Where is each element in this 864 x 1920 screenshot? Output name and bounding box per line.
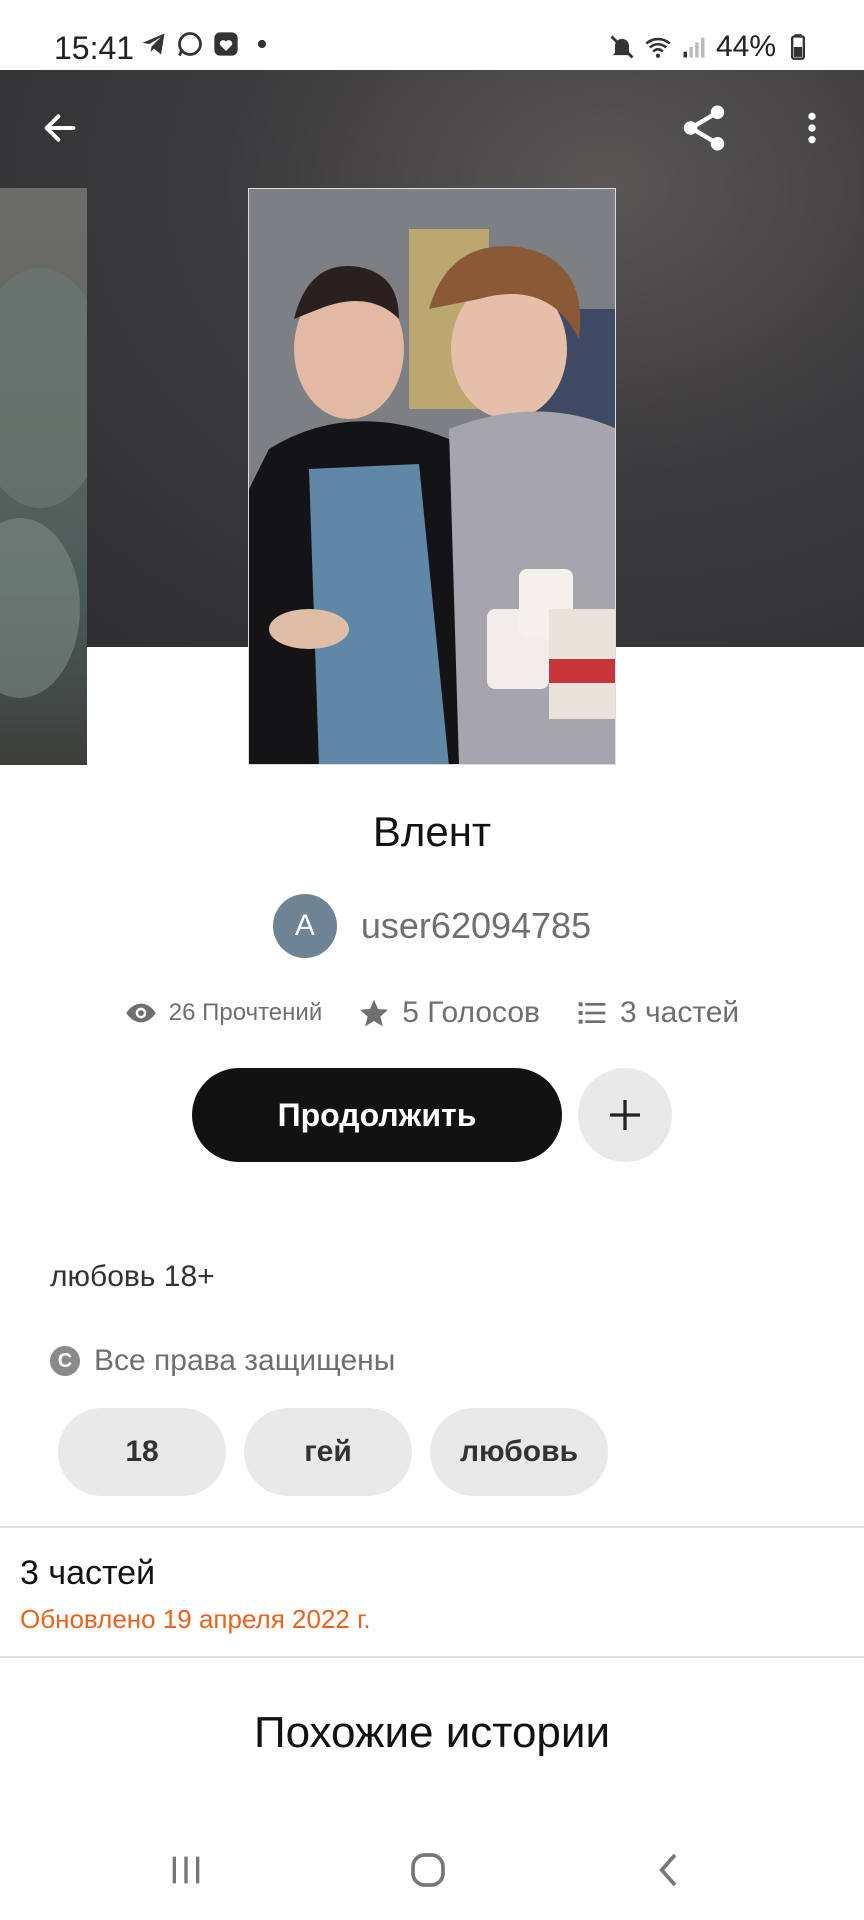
system-icons: 44% bbox=[608, 30, 812, 64]
plus-icon bbox=[610, 1100, 640, 1130]
share-button[interactable] bbox=[674, 98, 734, 158]
similar-stories-title: Похожие истории bbox=[253, 1708, 611, 1757]
tag-chip[interactable]: 18 bbox=[58, 1408, 226, 1496]
tag-chip[interactable]: любовь bbox=[430, 1408, 608, 1496]
back-button[interactable] bbox=[30, 98, 90, 158]
status-bar: 15:41 44% bbox=[0, 0, 864, 70]
status-time: 15:41 bbox=[54, 30, 135, 66]
parts-title[interactable]: 3 частей bbox=[20, 1554, 155, 1593]
app-heart-icon bbox=[214, 32, 238, 56]
cover-image bbox=[0, 268, 87, 698]
tag-list: 18 гей любовь bbox=[58, 1408, 608, 1496]
author-name[interactable]: user62094785 bbox=[361, 905, 591, 947]
story-actions: Продолжить bbox=[0, 1068, 864, 1162]
signal-icon bbox=[683, 37, 705, 58]
parts-count: 3 частей bbox=[620, 996, 740, 1029]
recents-icon bbox=[172, 1856, 200, 1884]
eye-icon bbox=[126, 1003, 156, 1023]
notification-icons bbox=[140, 30, 276, 58]
story-cover[interactable] bbox=[248, 188, 616, 765]
divider bbox=[0, 1526, 864, 1528]
copyright-row: C Все права защищены bbox=[50, 1344, 395, 1378]
story-title: Влент bbox=[372, 808, 492, 855]
story-description: любовь 18+ bbox=[50, 1260, 215, 1293]
votes-stat: 5 Голосов bbox=[358, 996, 540, 1030]
home-button[interactable] bbox=[398, 1840, 458, 1900]
copyright-text: Все права защищены bbox=[94, 1344, 396, 1377]
whatsapp-icon bbox=[178, 32, 202, 57]
author-row[interactable]: A user62094785 bbox=[0, 894, 864, 958]
mute-icon bbox=[610, 35, 634, 59]
cover-image bbox=[249, 189, 615, 764]
continue-reading-button[interactable]: Продолжить bbox=[192, 1068, 562, 1162]
share-icon bbox=[683, 105, 725, 151]
home-icon bbox=[411, 1853, 445, 1887]
back-nav-button[interactable] bbox=[640, 1840, 700, 1900]
system-navigation-bar bbox=[0, 1820, 864, 1920]
telegram-icon bbox=[142, 33, 165, 55]
chevron-left-icon bbox=[659, 1853, 677, 1887]
star-icon bbox=[360, 999, 389, 1027]
add-to-library-button[interactable] bbox=[578, 1068, 672, 1162]
recent-apps-button[interactable] bbox=[156, 1840, 216, 1900]
battery-percent: 44% bbox=[715, 30, 776, 63]
previous-story-cover[interactable] bbox=[0, 188, 87, 765]
parts-stat: 3 частей bbox=[576, 996, 739, 1030]
updated-date: Обновлено 19 апреля 2022 г. bbox=[20, 1604, 371, 1634]
divider bbox=[0, 1656, 864, 1658]
reads-stat: 26 Прочтений bbox=[125, 997, 322, 1029]
more-options-button[interactable] bbox=[782, 98, 842, 158]
battery-icon bbox=[791, 34, 805, 60]
tag-chip[interactable]: гей bbox=[244, 1408, 412, 1496]
arrow-left-icon bbox=[44, 114, 76, 142]
dot-icon bbox=[257, 39, 267, 49]
copyright-icon: C bbox=[50, 1346, 80, 1376]
avatar[interactable]: A bbox=[272, 894, 337, 958]
votes-count: 5 Голосов bbox=[402, 996, 540, 1029]
story-stats: 26 Прочтений 5 Голосов 3 частей bbox=[0, 996, 864, 1030]
wifi-icon bbox=[645, 37, 671, 58]
list-icon bbox=[578, 1002, 606, 1024]
more-vertical-icon bbox=[808, 112, 816, 144]
reads-count: 26 Прочтений bbox=[168, 999, 323, 1026]
